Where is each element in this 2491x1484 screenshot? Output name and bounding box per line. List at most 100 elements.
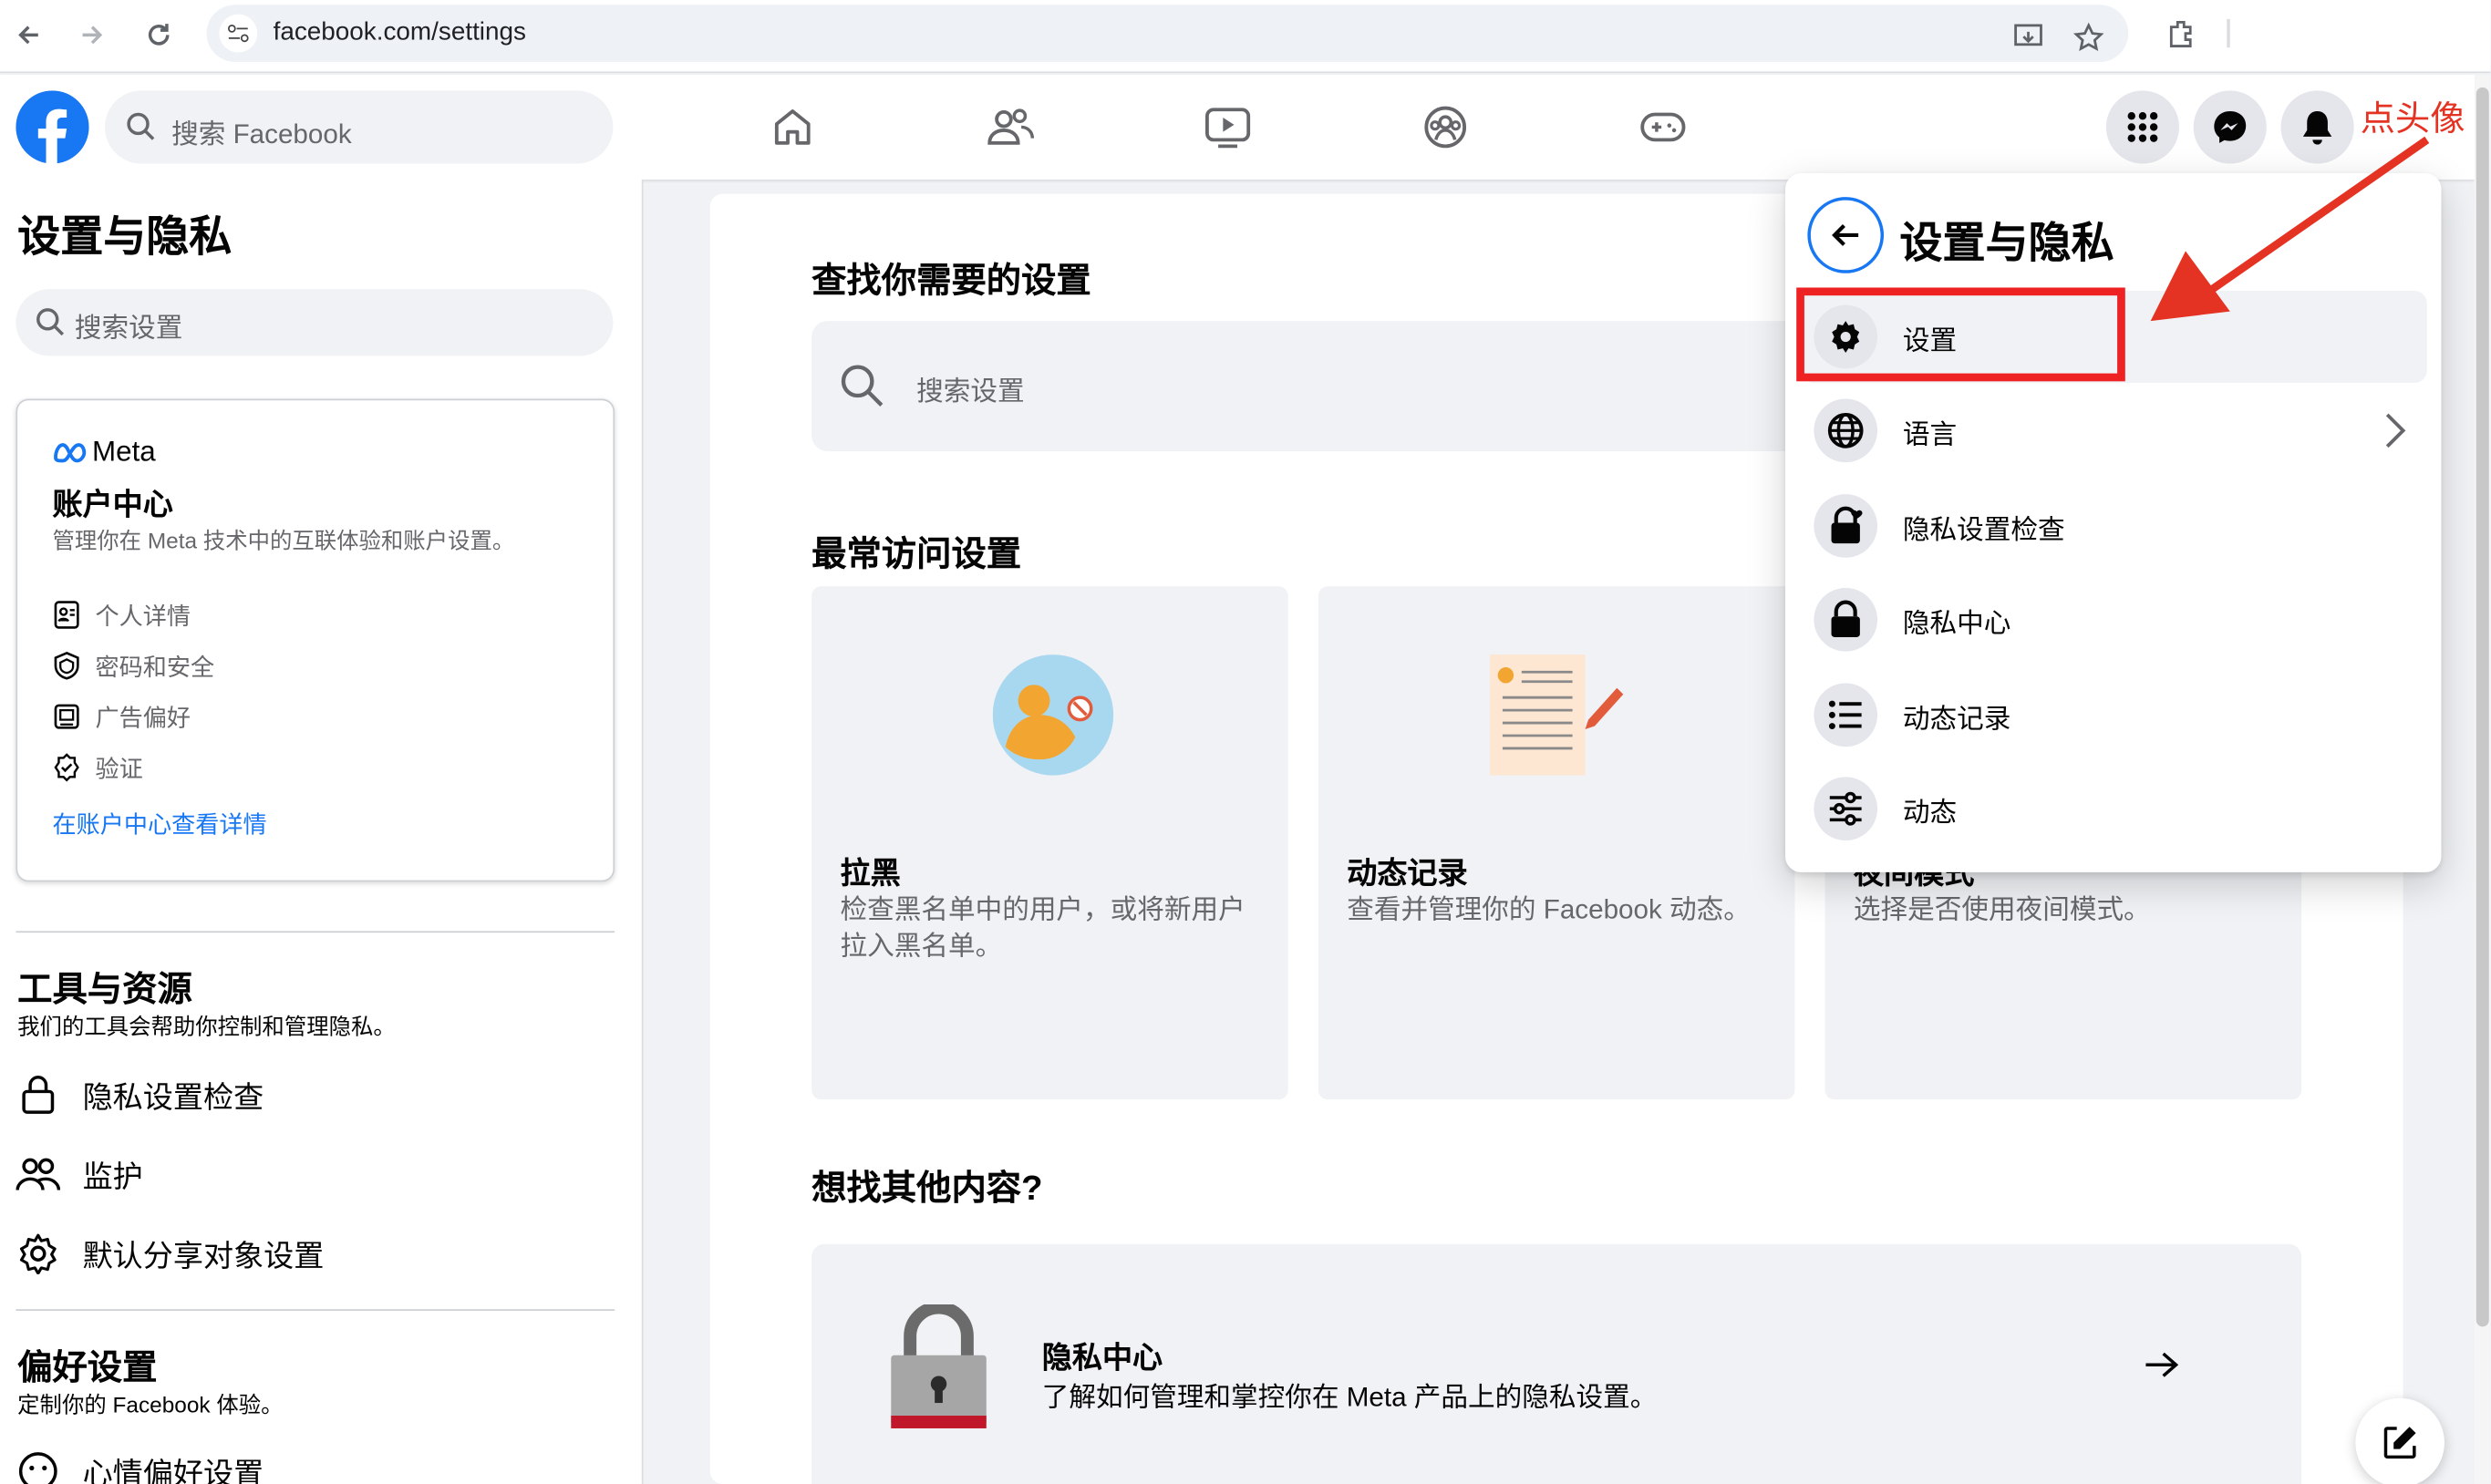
account-item-label: 广告偏好 [95,705,191,732]
sidebar-search-input[interactable]: 搜索设置 [16,289,614,356]
shield-icon [54,651,79,680]
account-item-label: 密码和安全 [95,654,215,681]
verified-icon [54,753,79,782]
page-scrollbar[interactable] [2475,74,2491,1484]
account-item-verification[interactable]: 验证 [52,750,143,785]
card-title: 拉黑 [840,858,901,891]
document-pencil-icon [1489,654,1624,776]
sidebar-item-supervision[interactable]: 监护 [16,1146,143,1203]
compose-icon [2383,1427,2416,1459]
dropdown-item-language[interactable]: 语言 [1801,385,2426,477]
meta-logo: Meta [52,435,156,469]
lock-icon [16,1073,60,1118]
account-center-title: 账户中心 [52,489,173,523]
search-icon [36,308,65,336]
gear-icon [16,1232,60,1276]
chevron-right-icon [2385,413,2406,448]
main-search-placeholder: 搜索设置 [916,376,1025,407]
extensions-icon[interactable] [2160,13,2201,54]
back-icon[interactable] [6,13,51,57]
dropdown-item-label: 隐私设置检查 [1902,513,2065,544]
url-text: facebook.com/settings [273,18,526,46]
browser-toolbar: facebook.com/settings [0,0,2491,74]
reaction-icon [16,1449,60,1484]
tools-section-description: 我们的工具会帮助你控制和管理隐私。 [17,1014,396,1039]
forward-icon[interactable] [70,13,115,57]
sidebar-item-label: 隐私设置检查 [82,1081,264,1115]
gaming-icon[interactable] [1638,102,1689,153]
annotation-arrow-icon [2150,136,2430,322]
card-block[interactable]: 拉黑 检查黑名单中的用户，或将新用户拉入黑名单。 [811,586,1288,1100]
dropdown-item-feed[interactable]: 动态 [1801,763,2426,855]
account-center-link[interactable]: 在账户中心查看详情 [52,807,266,840]
privacy-center-card[interactable]: 隐私中心 了解如何管理和掌控你在 Meta 产品上的隐私设置。 [811,1243,2302,1484]
sidebar-item-label: 监护 [82,1160,143,1194]
lock-heart-icon [1814,494,1878,558]
sidebar-item-default-audience[interactable]: 默认分享对象设置 [16,1225,324,1283]
lock-icon [1814,587,1878,652]
dropdown-item-label: 语言 [1902,418,1958,449]
padlock-icon [891,1304,987,1428]
list-icon [1814,683,1878,747]
other-content-title: 想找其他内容? [811,1168,1043,1208]
block-user-icon [992,654,1114,776]
back-button[interactable] [1807,197,1885,273]
find-settings-title: 查找你需要的设置 [811,260,1091,301]
sidebar-item-reaction-preferences[interactable]: 心情偏好设置 [16,1443,264,1484]
sidebar-title: 设置与隐私 [17,212,233,261]
sidebar-divider [16,1309,615,1311]
account-item-ad-preferences[interactable]: 广告偏好 [52,699,191,734]
globe-icon [1814,398,1878,463]
facebook-logo-icon[interactable] [16,90,89,164]
dropdown-item-label: 动态 [1902,797,1958,828]
bookmark-star-icon[interactable] [2068,17,2109,58]
account-item-personal-details[interactable]: 个人详情 [52,597,191,632]
site-settings-icon[interactable] [219,14,258,53]
dropdown-item-label: 动态记录 [1902,703,2011,734]
dropdown-item-privacy-checkup[interactable]: 隐私设置检查 [1801,479,2426,572]
sidebar-item-label: 默认分享对象设置 [82,1240,325,1274]
account-item-label: 个人详情 [95,603,191,631]
dropdown-item-activity-log[interactable]: 动态记录 [1801,669,2426,761]
privacy-center-description: 了解如何管理和掌控你在 Meta 产品上的隐私设置。 [1041,1382,1658,1413]
new-message-button[interactable] [2355,1397,2444,1484]
tools-section-title: 工具与资源 [17,969,192,1009]
search-icon [841,365,884,407]
account-item-label: 验证 [95,755,143,783]
facebook-search-input[interactable]: 搜索 Facebook [104,90,614,164]
arrow-right-icon[interactable] [2143,1349,2181,1381]
groups-icon[interactable] [1420,102,1471,153]
privacy-center-title: 隐私中心 [1041,1342,1163,1376]
supervision-icon [16,1152,61,1197]
id-card-icon [54,601,79,629]
sidebar-search-placeholder: 搜索设置 [74,313,183,344]
card-title: 动态记录 [1347,858,1468,891]
watch-icon[interactable] [1203,102,1254,153]
frequent-settings-title: 最常访问设置 [811,533,1022,574]
account-center-card[interactable]: Meta 账户中心 管理你在 Meta 技术中的互联体验和账户设置。 个人详情 … [16,398,615,882]
sidebar-divider [16,931,615,933]
preferences-section-description: 定制你的 Facebook 体验。 [17,1391,284,1417]
dropdown-title: 设置与隐私 [1899,219,2114,267]
sliders-icon [1814,777,1878,841]
card-description: 检查黑名单中的用户，或将新用户拉入黑名单。 [840,894,1246,962]
settings-sidebar: 设置与隐私 搜索设置 Meta 账户中心 管理你在 Meta 技术中的互联体验和… [0,179,644,1484]
meta-brand-text: Meta [92,435,156,468]
toolbar-divider [2227,18,2230,48]
arrow-left-icon [1832,224,1859,246]
preferences-section-title: 偏好设置 [17,1347,158,1387]
home-icon[interactable] [767,102,818,153]
account-item-password-security[interactable]: 密码和安全 [52,648,214,683]
card-description: 选择是否使用夜间模式。 [1853,894,2151,925]
reload-icon[interactable] [137,13,181,57]
scrollbar-thumb[interactable] [2475,87,2489,1327]
dropdown-item-privacy-center[interactable]: 隐私中心 [1801,573,2426,665]
sidebar-item-privacy-checkup[interactable]: 隐私设置检查 [16,1067,264,1124]
search-placeholder: 搜索 Facebook [171,119,352,149]
install-app-icon[interactable] [2010,17,2051,58]
search-icon [127,112,155,140]
account-center-description: 管理你在 Meta 技术中的互联体验和账户设置。 [52,527,515,553]
card-activity-log[interactable]: 动态记录 查看并管理你的 Facebook 动态。 [1318,586,1795,1100]
address-bar[interactable]: facebook.com/settings [206,5,2129,62]
friends-icon[interactable] [985,102,1036,153]
